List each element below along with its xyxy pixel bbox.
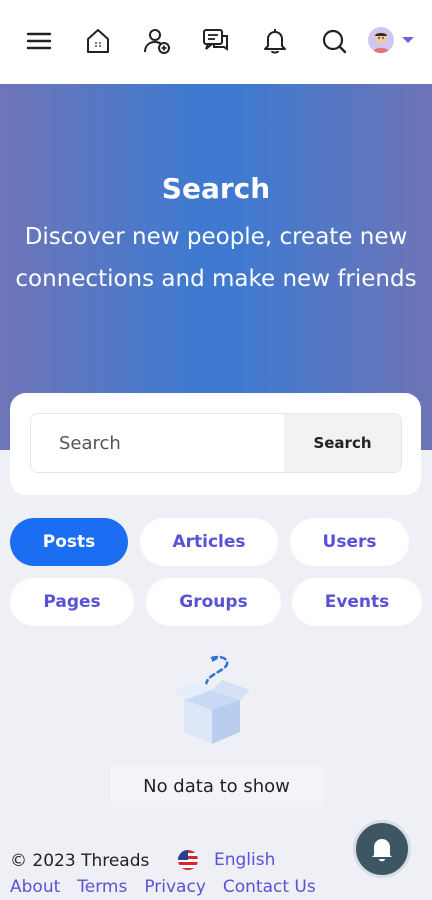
search-icon[interactable]	[317, 24, 351, 58]
bell-icon	[372, 839, 392, 862]
messages-icon[interactable]	[199, 24, 233, 58]
page-title: Search	[161, 172, 271, 205]
home-icon[interactable]	[81, 24, 115, 58]
filter-posts[interactable]: Posts	[10, 518, 128, 566]
us-flag-icon	[178, 850, 198, 870]
avatar[interactable]	[368, 27, 394, 53]
filter-events[interactable]: Events	[292, 578, 422, 626]
filter-pages[interactable]: Pages	[10, 578, 134, 626]
about-link[interactable]: About	[10, 877, 60, 897]
search-input[interactable]	[31, 414, 284, 472]
search-button[interactable]: Search	[284, 414, 401, 472]
search-form: Search	[30, 413, 402, 473]
language-label[interactable]: English	[214, 850, 275, 870]
footer-links: About Terms Privacy Contact Us	[10, 877, 333, 897]
search-card: Search	[10, 393, 421, 495]
terms-link[interactable]: Terms	[77, 877, 127, 897]
filter-articles[interactable]: Articles	[140, 518, 278, 566]
menu-icon[interactable]	[22, 24, 56, 58]
bell-icon[interactable]	[258, 24, 292, 58]
notifications-fab[interactable]	[353, 820, 411, 878]
empty-state-message: No data to show	[110, 765, 323, 807]
top-navbar	[0, 0, 432, 84]
hero-subtitle: Discover new people, create new connecti…	[15, 224, 417, 292]
add-user-icon[interactable]	[140, 24, 174, 58]
copyright: © 2023 Threads	[10, 851, 150, 871]
contact-us-link[interactable]: Contact Us	[223, 877, 316, 897]
account-menu[interactable]	[368, 26, 418, 54]
empty-box-icon	[174, 655, 250, 744]
chevron-down-icon[interactable]	[402, 37, 414, 43]
filter-groups[interactable]: Groups	[146, 578, 281, 626]
language-selector[interactable]: English	[178, 850, 275, 870]
filter-users[interactable]: Users	[290, 518, 409, 566]
privacy-link[interactable]: Privacy	[144, 877, 206, 897]
